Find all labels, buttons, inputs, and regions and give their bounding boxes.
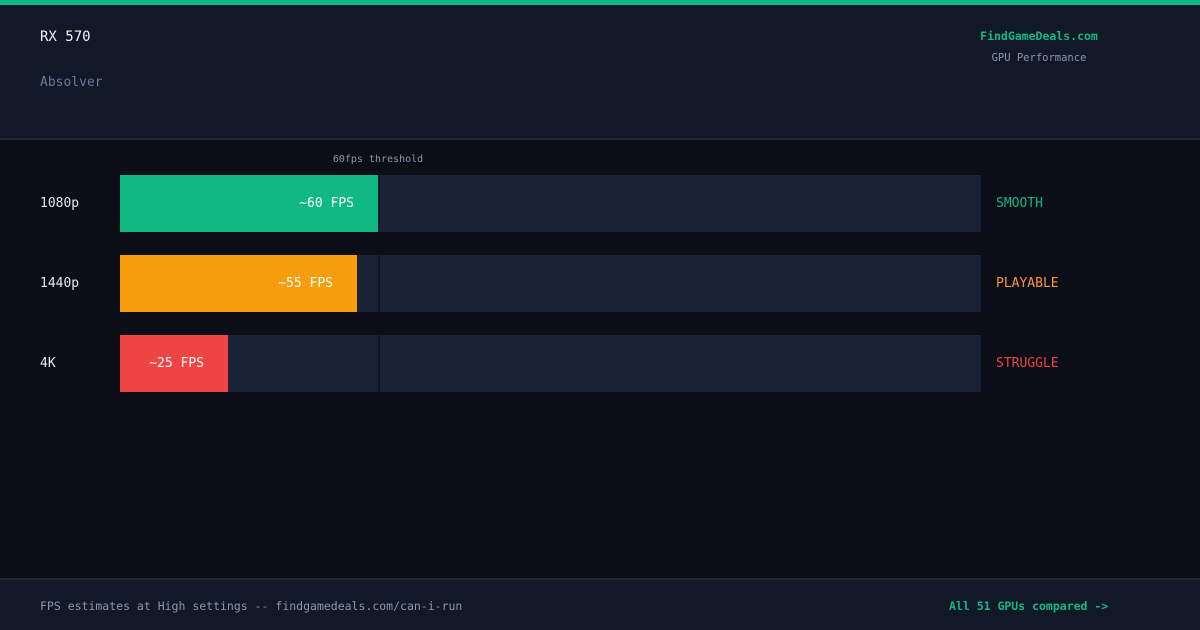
fps-bar: ~60 FPS xyxy=(120,175,378,232)
resolution-label: 4K xyxy=(40,356,56,371)
fps-bar: ~25 FPS xyxy=(120,335,228,392)
bar-track: ~60 FPS xyxy=(120,175,981,232)
threshold-line xyxy=(378,335,380,392)
fps-value-label: ~60 FPS xyxy=(299,196,354,211)
threshold-line xyxy=(378,255,380,312)
threshold-label: 60fps threshold xyxy=(332,154,424,165)
game-name: Absolver xyxy=(40,75,103,90)
threshold-line xyxy=(378,175,380,232)
page: RX 570 Absolver FindGameDeals.com GPU Pe… xyxy=(0,0,1200,630)
fps-value-label: ~55 FPS xyxy=(278,276,333,291)
brand-subtitle: GPU Performance xyxy=(991,52,1087,64)
gpu-name: RX 570 xyxy=(40,29,91,45)
all-gpus-link[interactable]: All 51 GPUs compared -> xyxy=(949,599,1108,613)
resolution-label: 1440p xyxy=(40,276,80,291)
fps-bar: ~55 FPS xyxy=(120,255,357,312)
bar-track: ~55 FPS xyxy=(120,255,981,312)
fps-value-label: ~25 FPS xyxy=(149,356,204,371)
brand-name[interactable]: FindGameDeals.com xyxy=(979,29,1099,43)
footer: FPS estimates at High settings -- findga… xyxy=(0,578,1200,630)
status-label: STRUGGLE xyxy=(996,356,1059,371)
status-label: SMOOTH xyxy=(996,196,1043,211)
resolution-label: 1080p xyxy=(40,196,80,211)
header: RX 570 Absolver FindGameDeals.com GPU Pe… xyxy=(0,5,1200,140)
fps-chart: 60fps threshold 1080p ~60 FPS SMOOTH 1440p ~… xyxy=(0,142,1200,578)
bar-track: ~25 FPS xyxy=(120,335,981,392)
status-label: PLAYABLE xyxy=(996,276,1059,291)
footer-note: FPS estimates at High settings -- findga… xyxy=(40,599,463,613)
